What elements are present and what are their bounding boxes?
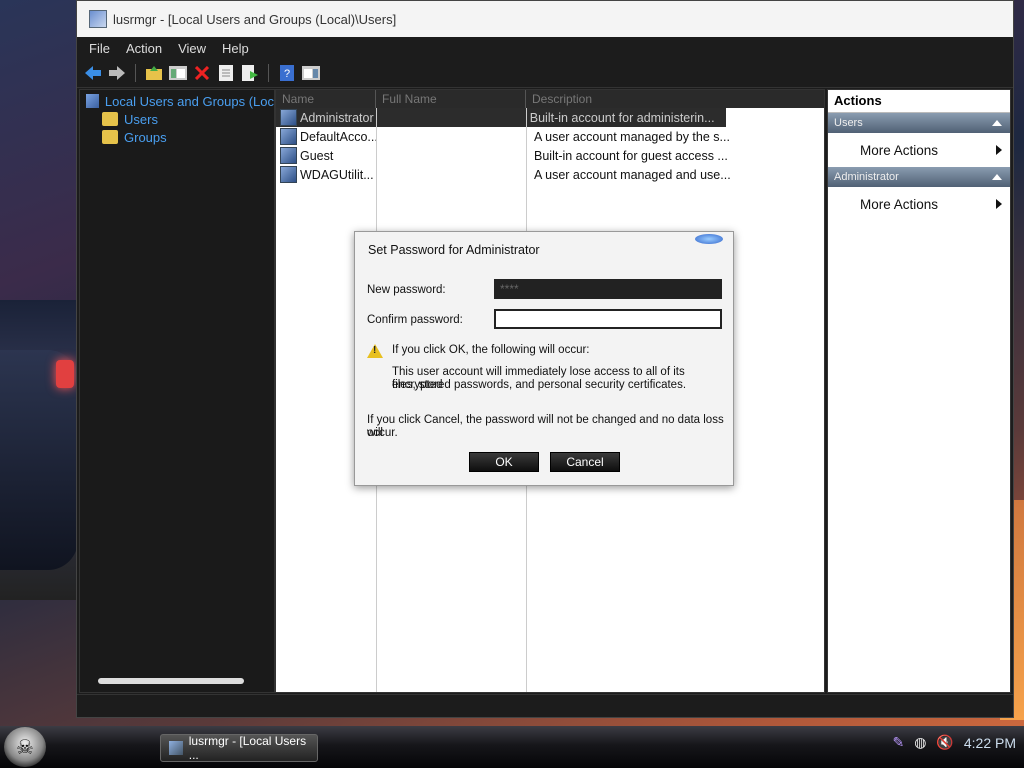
user-icon: [280, 147, 297, 164]
dialog-title: Set Password for Administrator: [368, 243, 540, 257]
computer-management-icon: [89, 10, 107, 28]
list-header: Name Full Name Description: [276, 90, 824, 108]
volume-muted-icon[interactable]: 🔇: [936, 734, 953, 751]
toolbar: ?: [77, 59, 1013, 88]
tree-item-label: Local Users and Groups (Loc: [104, 93, 274, 109]
cell-name: Administrator: [300, 110, 374, 125]
more-actions-administrator[interactable]: More Actions: [828, 187, 1010, 221]
properties-icon[interactable]: [216, 63, 236, 83]
user-icon: [280, 109, 297, 126]
table-row[interactable]: Administrator Built-in account for admin…: [276, 108, 726, 127]
column-description[interactable]: Description: [526, 90, 822, 108]
network-globe-icon[interactable]: ◍: [914, 734, 926, 751]
section-header-label: Users: [834, 117, 863, 129]
users-groups-icon: [86, 94, 99, 108]
tree-item-users[interactable]: Users: [80, 110, 274, 128]
dialog-glow-icon: [695, 234, 723, 244]
title-bar[interactable]: lusrmgr - [Local Users and Groups (Local…: [77, 1, 1013, 37]
status-bar: [77, 694, 1013, 717]
column-name[interactable]: Name: [276, 90, 376, 108]
taskbar: ☠ lusrmgr - [Local Users ... ✎ ◍ 🔇 4:22 …: [0, 726, 1024, 768]
warning-heading: If you click OK, the following will occu…: [392, 344, 590, 356]
help-icon[interactable]: ?: [277, 63, 297, 83]
folder-icon: [102, 112, 118, 126]
tree-item-label: Users: [124, 111, 158, 127]
show-hide-tree-icon[interactable]: [168, 63, 188, 83]
menu-action[interactable]: Action: [118, 41, 170, 56]
cell-name: WDAGUtilit...: [300, 167, 374, 182]
toolbar-separator: [135, 64, 136, 82]
column-full-name[interactable]: Full Name: [376, 90, 526, 108]
start-orb-skull-icon[interactable]: ☠: [4, 727, 46, 767]
confirm-password-field[interactable]: [494, 309, 722, 329]
delete-icon[interactable]: [192, 63, 212, 83]
folder-icon: [102, 130, 118, 144]
collapse-caret-icon[interactable]: [992, 120, 1002, 126]
cancel-button[interactable]: Cancel: [550, 452, 620, 472]
warning-line-2: files, stored passwords, and personal se…: [392, 379, 687, 391]
cell-description: A user account managed by the s...: [534, 129, 730, 144]
taskbar-button-lusrmgr[interactable]: lusrmgr - [Local Users ...: [160, 734, 318, 762]
console-tree: Local Users and Groups (Loc Users Groups: [79, 89, 275, 693]
new-password-field[interactable]: [494, 279, 722, 299]
actions-section-users[interactable]: Users: [828, 113, 1010, 133]
cell-name: DefaultAcco...: [300, 129, 378, 144]
pen-icon[interactable]: ✎: [892, 734, 904, 751]
cancel-note-line-1: If you click Cancel, the password will n…: [367, 414, 724, 439]
menu-help[interactable]: Help: [214, 41, 257, 56]
user-icon: [280, 128, 297, 145]
actions-section-administrator[interactable]: Administrator: [828, 167, 1010, 187]
tree-item-root[interactable]: Local Users and Groups (Loc: [80, 92, 274, 110]
svg-text:?: ?: [284, 68, 290, 80]
horizontal-scrollbar[interactable]: [98, 678, 244, 684]
table-row[interactable]: Guest Built-in account for guest access …: [276, 146, 824, 165]
cell-description: Built-in account for administerin...: [529, 110, 715, 125]
set-password-dialog: Set Password for Administrator New passw…: [354, 231, 734, 486]
table-row[interactable]: DefaultAcco... A user account managed by…: [276, 127, 824, 146]
section-header-label: Administrator: [834, 171, 899, 183]
system-tray: ✎ ◍ 🔇 4:22 PM: [882, 734, 1016, 751]
back-arrow-icon[interactable]: [83, 63, 103, 83]
collapse-caret-icon[interactable]: [992, 174, 1002, 180]
menu-view[interactable]: View: [170, 41, 214, 56]
more-actions-users[interactable]: More Actions: [828, 133, 1010, 167]
computer-management-icon: [169, 741, 183, 755]
export-icon[interactable]: [240, 63, 260, 83]
wallpaper-taillight: [56, 360, 74, 388]
cancel-note-line-2: occur.: [367, 427, 398, 439]
forward-arrow-icon[interactable]: [107, 63, 127, 83]
taskbar-button-label: lusrmgr - [Local Users ...: [188, 734, 307, 762]
submenu-arrow-icon: [996, 145, 1002, 155]
cell-name: Guest: [300, 148, 334, 163]
table-row[interactable]: WDAGUtilit... A user account managed and…: [276, 165, 824, 184]
menu-file[interactable]: File: [81, 41, 118, 56]
confirm-password-label: Confirm password:: [367, 314, 463, 326]
tree-item-label: Groups: [124, 129, 167, 145]
window-title: lusrmgr - [Local Users and Groups (Local…: [113, 11, 397, 27]
submenu-arrow-icon: [996, 199, 1002, 209]
ok-button[interactable]: OK: [469, 452, 539, 472]
actions-title: Actions: [828, 90, 1010, 113]
user-icon: [280, 166, 297, 183]
show-action-pane-icon[interactable]: [301, 63, 321, 83]
more-actions-label: More Actions: [860, 142, 939, 158]
cell-description: Built-in account for guest access ...: [534, 148, 728, 163]
cell-description: A user account managed and use...: [534, 167, 731, 182]
new-password-label: New password:: [367, 284, 446, 296]
clock[interactable]: 4:22 PM: [964, 735, 1016, 751]
toolbar-separator: [268, 64, 269, 82]
menu-bar: File Action View Help: [77, 37, 1013, 59]
warning-icon: [367, 344, 383, 358]
tree-item-groups[interactable]: Groups: [80, 128, 274, 146]
up-folder-icon[interactable]: [144, 63, 164, 83]
more-actions-label: More Actions: [860, 196, 939, 212]
actions-pane: Actions Users More Actions Administrator…: [827, 89, 1011, 693]
